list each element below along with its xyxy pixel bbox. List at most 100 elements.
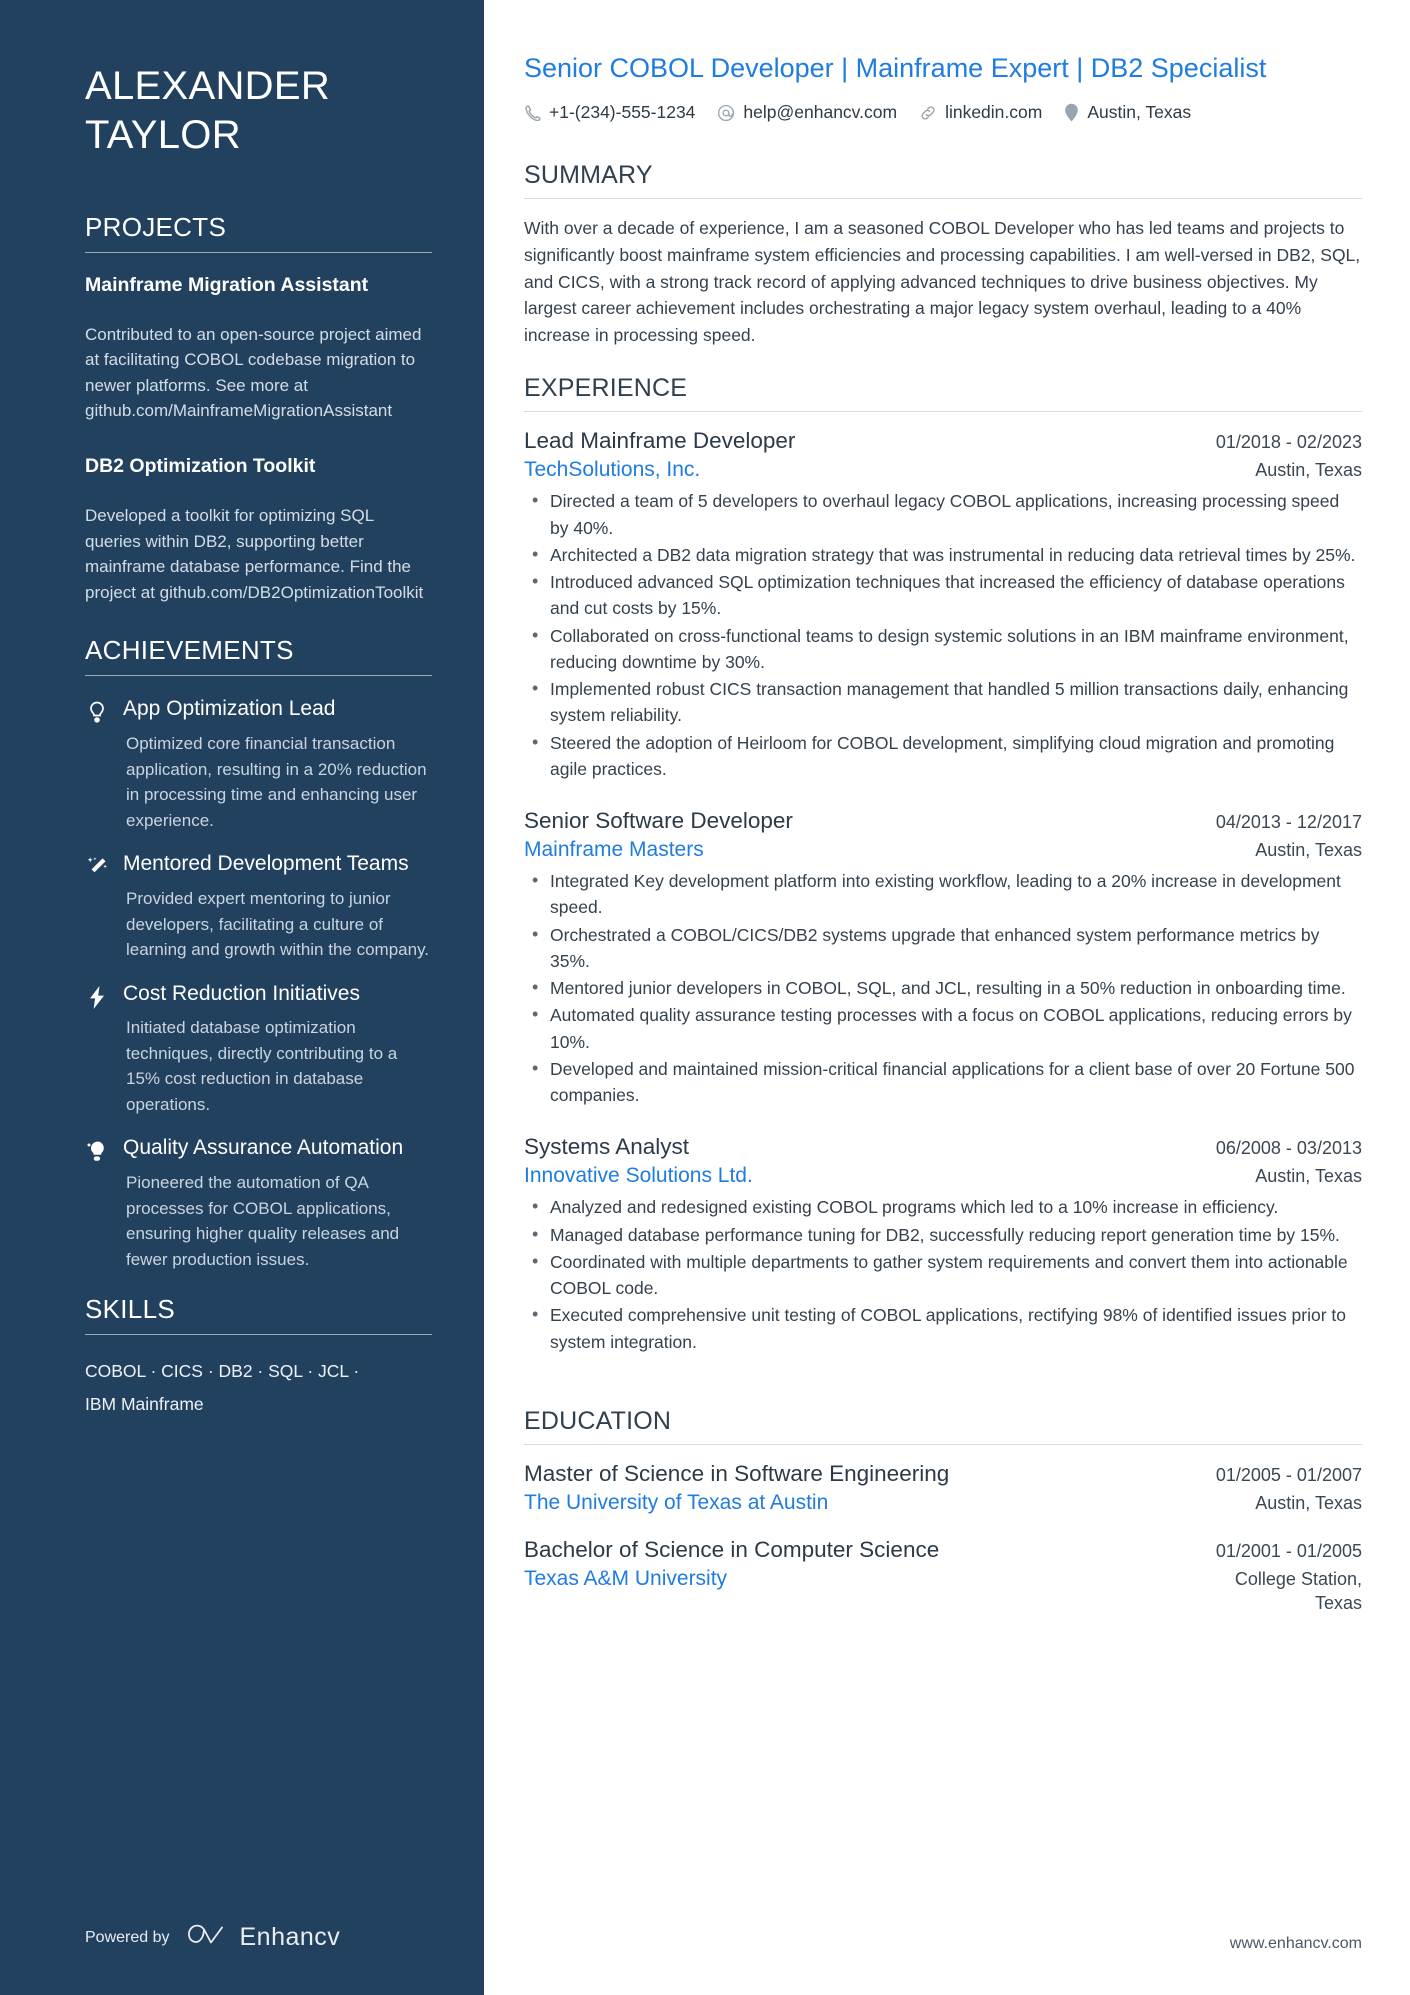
enhancv-logo-icon <box>184 1922 226 1953</box>
education-location: Austin, Texas <box>1255 1492 1362 1513</box>
sidebar-section-skills: SKILLS COBOL · CICS · DB2 · SQL · JCL · … <box>85 1294 432 1420</box>
job-bullet: Coordinated with multiple departments to… <box>524 1248 1362 1302</box>
job-bullet-list: Directed a team of 5 developers to overh… <box>524 487 1362 782</box>
achievement-title: App Optimization Lead <box>123 697 336 721</box>
achievements-divider <box>85 675 432 677</box>
lightbulb-icon <box>85 696 109 833</box>
job-company[interactable]: Innovative Solutions Ltd. <box>524 1164 753 1188</box>
headline-title: Senior COBOL Developer | Mainframe Exper… <box>524 53 1267 83</box>
job-bullet: Analyzed and redesigned existing COBOL p… <box>524 1193 1362 1220</box>
job-bullet: Directed a team of 5 developers to overh… <box>524 487 1362 541</box>
job-company[interactable]: TechSolutions, Inc. <box>524 458 700 482</box>
experience-title-row: Lead Mainframe Developer 01/2018 - 02/20… <box>524 428 1362 454</box>
experience-heading: EXPERIENCE <box>524 374 688 403</box>
contact-row: +1-(234)-555-1234 help@enhancv.com linke… <box>524 102 1362 123</box>
candidate-name: ALEXANDER TAYLOR <box>85 64 331 157</box>
job-bullet: Managed database performance tuning for … <box>524 1221 1362 1248</box>
education-school[interactable]: Texas A&M University <box>524 1567 727 1591</box>
contact-location-text: Austin, Texas <box>1087 102 1192 123</box>
at-email-icon <box>717 104 735 122</box>
skills-heading: SKILLS <box>85 1294 175 1325</box>
contact-email-text: help@enhancv.com <box>743 102 898 123</box>
education-degree-row: Bachelor of Science in Computer Science … <box>524 1537 1362 1563</box>
magic-wand-icon <box>85 851 109 962</box>
lightning-bolt-icon <box>85 981 109 1118</box>
education-item: Master of Science in Software Engineerin… <box>524 1461 1362 1515</box>
contact-phone-text: +1-(234)-555-1234 <box>549 102 696 123</box>
job-bullet: Orchestrated a COBOL/CICS/DB2 systems up… <box>524 921 1362 975</box>
education-dates: 01/2005 - 01/2007 <box>1215 1464 1362 1485</box>
idea-head-icon <box>85 1135 109 1272</box>
project-item: DB2 Optimization Toolkit Developed a too… <box>85 454 432 605</box>
job-location: Austin, Texas <box>1255 1166 1362 1187</box>
projects-divider <box>85 251 432 253</box>
education-location: College Station, Texas <box>1234 1569 1362 1613</box>
phone-icon <box>524 104 541 122</box>
section-summary: SUMMARY With over a decade of experience… <box>524 161 1362 348</box>
education-school[interactable]: The University of Texas at Austin <box>524 1491 828 1515</box>
resume-page: ALEXANDER TAYLOR PROJECTS Mainframe Migr… <box>0 0 1410 1995</box>
summary-heading: SUMMARY <box>524 161 653 190</box>
experience-title-row: Senior Software Developer 04/2013 - 12/2… <box>524 808 1362 834</box>
job-bullet: Architected a DB2 data migration strateg… <box>524 541 1362 568</box>
experience-company-row: Innovative Solutions Ltd. Austin, Texas <box>524 1164 1362 1188</box>
education-degree: Master of Science in Software Engineerin… <box>524 1460 950 1486</box>
map-pin-icon <box>1064 103 1079 122</box>
job-location: Austin, Texas <box>1255 460 1362 481</box>
job-bullet: Collaborated on cross-functional teams t… <box>524 622 1362 676</box>
sidebar-content: ALEXANDER TAYLOR PROJECTS Mainframe Migr… <box>0 52 484 1424</box>
project-description: Developed a toolkit for optimizing SQL q… <box>85 506 424 602</box>
achievements-heading: ACHIEVEMENTS <box>85 635 294 666</box>
contact-linkedin-text: linkedin.com <box>945 102 1043 123</box>
achievement-item: Quality Assurance Automation Pioneered t… <box>85 1135 432 1272</box>
achievement-body: Cost Reduction Initiatives Initiated dat… <box>123 981 432 1118</box>
summary-text: With over a decade of experience, I am a… <box>524 218 1361 345</box>
contact-linkedin[interactable]: linkedin.com <box>919 102 1042 123</box>
contact-email[interactable]: help@enhancv.com <box>717 102 897 123</box>
summary-divider <box>524 198 1362 200</box>
job-bullet: Automated quality assurance testing proc… <box>524 1001 1362 1055</box>
main-content: Senior COBOL Developer | Mainframe Exper… <box>484 0 1410 1995</box>
job-title: Lead Mainframe Developer <box>524 428 796 454</box>
site-url-footer: www.enhancv.com <box>1229 1935 1362 1952</box>
job-bullet: Integrated Key development platform into… <box>524 867 1362 921</box>
experience-item: Systems Analyst 06/2008 - 03/2013 Innova… <box>524 1134 1362 1355</box>
project-item: Mainframe Migration Assistant Contribute… <box>85 273 432 424</box>
education-dates: 01/2001 - 01/2005 <box>1215 1541 1362 1562</box>
section-experience: EXPERIENCE Lead Mainframe Developer 01/2… <box>524 374 1362 1381</box>
link-icon <box>919 104 937 122</box>
job-title: Systems Analyst <box>524 1134 690 1160</box>
experience-divider <box>524 411 1362 413</box>
contact-location: Austin, Texas <box>1064 102 1191 123</box>
job-bullet: Introduced advanced SQL optimization tec… <box>524 568 1362 622</box>
job-bullet-list: Analyzed and redesigned existing COBOL p… <box>524 1193 1362 1355</box>
achievement-item: Mentored Development Teams Provided expe… <box>85 851 432 962</box>
job-dates: 06/2008 - 03/2013 <box>1215 1138 1362 1159</box>
education-heading: EDUCATION <box>524 1406 672 1435</box>
education-school-row: The University of Texas at Austin Austin… <box>524 1491 1362 1515</box>
achievement-title: Cost Reduction Initiatives <box>123 981 360 1005</box>
education-degree-row: Master of Science in Software Engineerin… <box>524 1461 1362 1487</box>
experience-company-row: Mainframe Masters Austin, Texas <box>524 838 1362 862</box>
skills-line-1: COBOL · CICS · DB2 · SQL · JCL · <box>85 1361 360 1382</box>
job-company[interactable]: Mainframe Masters <box>524 838 704 862</box>
job-bullet: Developed and maintained mission-critica… <box>524 1055 1362 1109</box>
job-title: Senior Software Developer <box>524 808 793 834</box>
job-dates: 01/2018 - 02/2023 <box>1215 432 1362 453</box>
achievement-item: App Optimization Lead Optimized core fin… <box>85 696 432 833</box>
enhancv-brand-label: Enhancv <box>239 1923 341 1951</box>
experience-title-row: Systems Analyst 06/2008 - 03/2013 <box>524 1134 1362 1160</box>
education-item: Bachelor of Science in Computer Science … <box>524 1537 1362 1615</box>
skills-divider <box>85 1334 432 1336</box>
skills-line-2: IBM Mainframe <box>85 1393 204 1414</box>
job-bullet: Executed comprehensive unit testing of C… <box>524 1301 1362 1355</box>
job-location: Austin, Texas <box>1255 840 1362 861</box>
powered-by-footer: Powered by Enhancv <box>0 1922 484 1995</box>
contact-phone[interactable]: +1-(234)-555-1234 <box>524 102 695 123</box>
achievement-description: Pioneered the automation of QA processes… <box>126 1173 400 1269</box>
job-bullet: Implemented robust CICS transaction mana… <box>524 675 1362 729</box>
section-education: EDUCATION Master of Science in Software … <box>524 1407 1362 1637</box>
achievement-description: Provided expert mentoring to junior deve… <box>126 889 430 960</box>
achievement-title: Mentored Development Teams <box>123 852 409 876</box>
main-spacer <box>524 1663 1362 1895</box>
